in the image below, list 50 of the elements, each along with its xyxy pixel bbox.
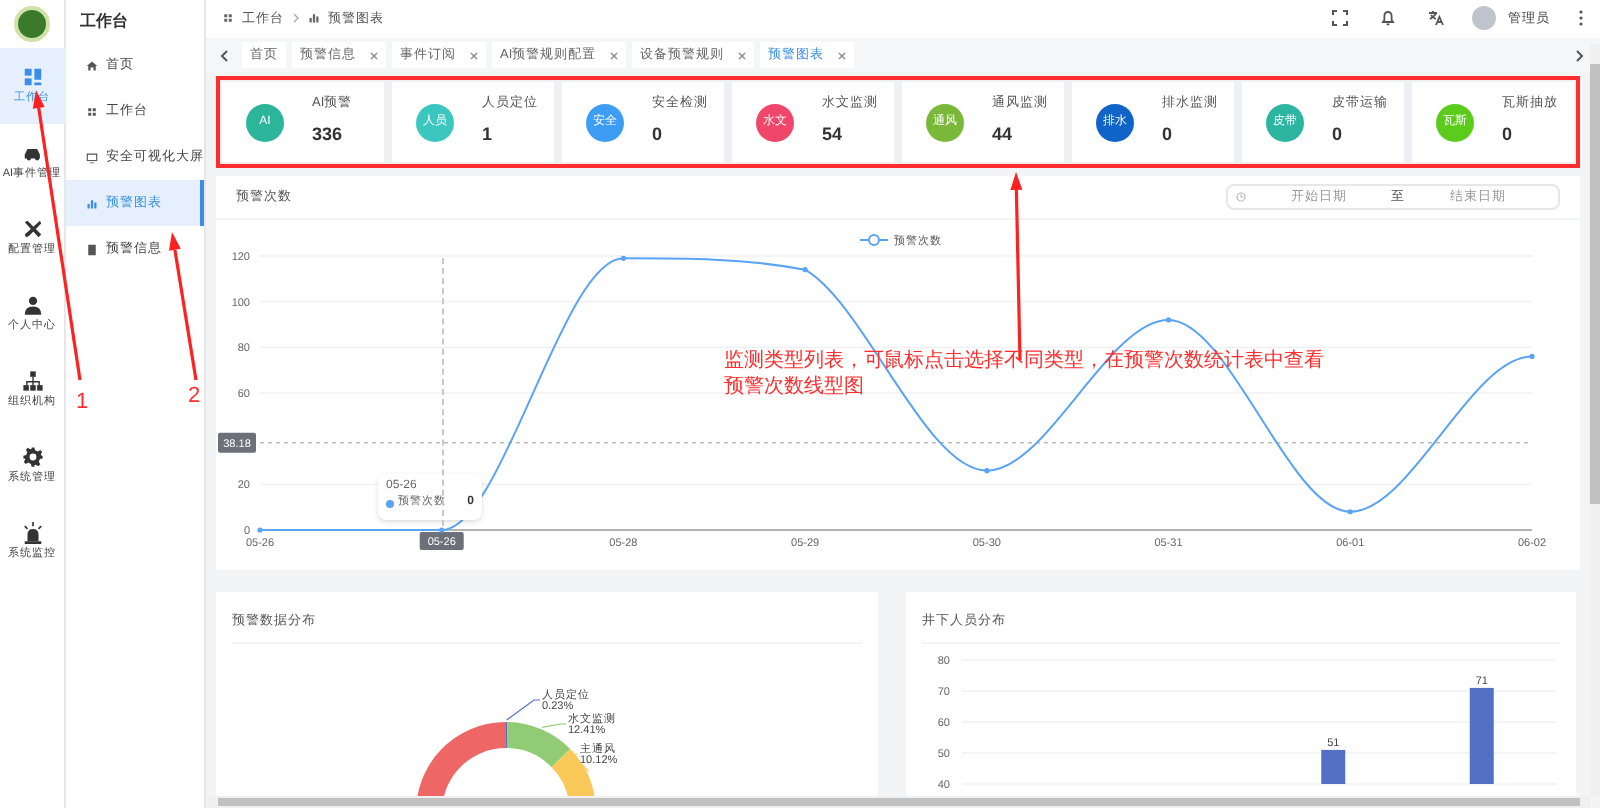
translate-icon[interactable] xyxy=(1428,10,1444,27)
bar xyxy=(1321,749,1346,784)
data-point xyxy=(439,527,445,533)
data-point xyxy=(802,267,808,273)
data-point xyxy=(1165,317,1172,323)
type-count: 0 xyxy=(1332,122,1345,149)
monitor-icon xyxy=(86,151,98,163)
horizontal-scrollbar[interactable] xyxy=(208,796,1590,808)
settings-icon xyxy=(21,446,43,468)
close-icon[interactable] xyxy=(610,51,619,60)
document-icon xyxy=(86,243,98,255)
annotation-number: 2 xyxy=(188,382,201,412)
alarm-light-icon xyxy=(21,522,43,544)
grid-dots-icon xyxy=(86,105,98,117)
grid-dots-icon xyxy=(222,12,234,25)
more-icon[interactable] xyxy=(1578,10,1584,27)
type-count: 44 xyxy=(992,122,1015,149)
type-count: 54 xyxy=(822,122,845,149)
data-point xyxy=(1529,353,1535,360)
fullscreen-icon[interactable] xyxy=(1332,10,1348,27)
data-point xyxy=(1347,509,1353,515)
home-icon xyxy=(86,59,98,71)
bar xyxy=(1469,687,1494,784)
close-icon[interactable] xyxy=(738,51,747,60)
chevron-left-icon[interactable] xyxy=(220,49,230,62)
bar-chart-icon xyxy=(308,12,320,25)
type-count: 1 xyxy=(482,122,495,149)
close-icon[interactable] xyxy=(838,51,847,60)
sidebar-title: 工作台 xyxy=(78,9,130,33)
type-count: 336 xyxy=(312,122,345,149)
type-count: 0 xyxy=(652,122,665,149)
clock-icon xyxy=(1236,192,1246,202)
type-count: 0 xyxy=(1162,122,1175,149)
chevron-right-icon xyxy=(292,12,300,25)
close-icon[interactable] xyxy=(370,51,378,60)
close-icon[interactable] xyxy=(470,51,478,60)
data-point xyxy=(620,255,627,261)
annotation-number: 1 xyxy=(76,388,89,418)
org-chart-icon xyxy=(21,370,43,392)
chevron-right-icon[interactable] xyxy=(1574,49,1584,62)
data-point xyxy=(257,527,263,533)
grid-icon xyxy=(21,66,43,88)
data-point xyxy=(984,468,990,474)
notification-icon[interactable] xyxy=(1380,10,1396,27)
person-icon xyxy=(21,294,43,316)
bar-chart-icon xyxy=(86,197,98,209)
vertical-scrollbar[interactable] xyxy=(1590,44,1600,796)
logo-icon xyxy=(14,6,50,42)
type-count: 0 xyxy=(1502,122,1515,149)
tools-icon xyxy=(21,218,43,240)
